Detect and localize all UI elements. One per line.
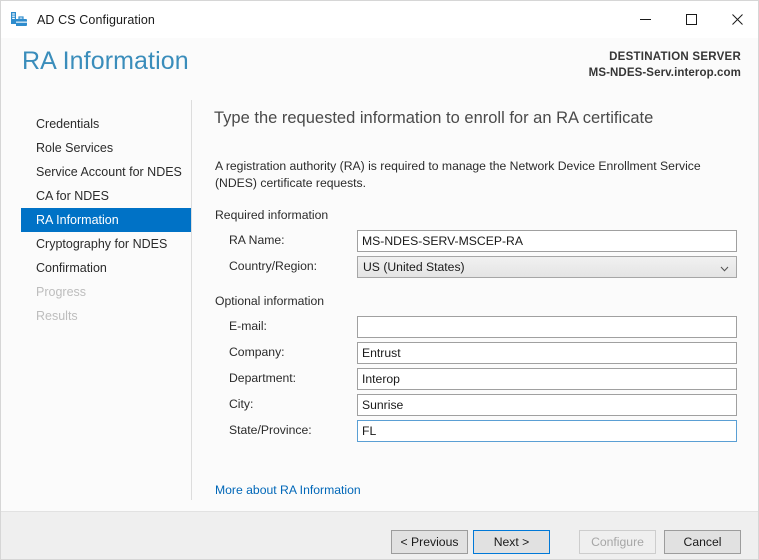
state-province-label: State/Province:	[229, 423, 312, 437]
department-label: Department:	[229, 371, 297, 385]
field-row-ra-name: RA Name:	[215, 230, 737, 252]
body-area: Credentials Role Services Service Accoun…	[1, 96, 758, 511]
sidebar-item-confirmation[interactable]: Confirmation	[21, 256, 191, 280]
optional-information-label: Optional information	[215, 294, 325, 308]
configure-button: Configure	[579, 530, 656, 554]
company-label: Company:	[229, 345, 285, 359]
maximize-icon[interactable]	[668, 1, 714, 38]
country-region-selected-value: US (United States)	[363, 260, 465, 274]
close-icon[interactable]	[714, 1, 758, 38]
city-label: City:	[229, 397, 254, 411]
company-control	[357, 342, 737, 364]
sidebar-item-label: Progress	[36, 285, 87, 299]
server-toolbox-icon	[10, 11, 28, 29]
email-label: E-mail:	[229, 319, 267, 333]
sidebar-item-label: CA for NDES	[36, 189, 109, 203]
chevron-down-icon	[720, 263, 729, 272]
field-row-state-province: State/Province:	[215, 420, 737, 442]
wizard-step-nav: Credentials Role Services Service Accoun…	[1, 96, 191, 511]
email-control	[357, 316, 737, 338]
country-region-combobox[interactable]: US (United States)	[357, 256, 737, 278]
sidebar-item-cryptography-for-ndes[interactable]: Cryptography for NDES	[21, 232, 191, 256]
city-input[interactable]	[357, 394, 737, 416]
company-input[interactable]	[357, 342, 737, 364]
sidebar-item-service-account-for-ndes[interactable]: Service Account for NDES	[21, 160, 191, 184]
state-province-control	[357, 420, 737, 442]
field-row-company: Company:	[215, 342, 737, 364]
main-pane: Type the requested information to enroll…	[191, 96, 758, 511]
sidebar-item-results: Results	[21, 304, 191, 328]
sidebar-item-label: Cryptography for NDES	[36, 237, 168, 251]
title-bar[interactable]: AD CS Configuration	[1, 1, 758, 38]
sidebar-item-label: RA Information	[36, 213, 119, 227]
field-row-country-region: Country/Region: US (United States)	[215, 256, 737, 278]
ra-name-input[interactable]	[357, 230, 737, 252]
previous-button[interactable]: < Previous	[391, 530, 468, 554]
country-region-control: US (United States)	[357, 256, 737, 278]
cancel-button[interactable]: Cancel	[664, 530, 741, 554]
department-control	[357, 368, 737, 390]
sidebar-item-label: Results	[36, 309, 78, 323]
destination-server-name: MS-NDES-Serv.interop.com	[588, 67, 741, 79]
sidebar-item-label: Service Account for NDES	[36, 165, 182, 179]
required-information-label: Required information	[215, 208, 329, 222]
field-row-city: City:	[215, 394, 737, 416]
page-header: RA Information DESTINATION SERVER MS-NDE…	[1, 38, 758, 96]
sidebar-item-ca-for-ndes[interactable]: CA for NDES	[21, 184, 191, 208]
main-description: A registration authority (RA) is require…	[215, 159, 701, 190]
destination-server-label: DESTINATION SERVER	[609, 51, 741, 63]
sidebar-item-credentials[interactable]: Credentials	[21, 112, 191, 136]
window-title: AD CS Configuration	[37, 12, 155, 27]
sidebar-item-label: Role Services	[36, 141, 114, 155]
sidebar-item-label: Confirmation	[36, 261, 107, 275]
sidebar-item-ra-information[interactable]: RA Information	[21, 208, 191, 232]
email-input[interactable]	[357, 316, 737, 338]
sidebar-item-label: Credentials	[36, 117, 100, 131]
window-controls	[622, 1, 758, 38]
department-input[interactable]	[357, 368, 737, 390]
country-region-label: Country/Region:	[229, 259, 318, 273]
sidebar-item-role-services[interactable]: Role Services	[21, 136, 191, 160]
state-province-input[interactable]	[357, 420, 737, 442]
field-row-email: E-mail:	[215, 316, 737, 338]
ra-name-label: RA Name:	[229, 233, 285, 247]
ad-cs-configuration-window: AD CS Configuration RA Information DESTI…	[0, 0, 759, 560]
page-title: RA Information	[22, 47, 189, 75]
main-heading: Type the requested information to enroll…	[214, 109, 654, 127]
ra-name-control	[357, 230, 737, 252]
sidebar-item-progress: Progress	[21, 280, 191, 304]
footer-bar: < Previous Next > Configure Cancel	[1, 511, 758, 559]
field-row-department: Department:	[215, 368, 737, 390]
more-about-ra-information-link[interactable]: More about RA Information	[215, 483, 361, 497]
next-button[interactable]: Next >	[473, 530, 550, 554]
minimize-icon[interactable]	[622, 1, 668, 38]
city-control	[357, 394, 737, 416]
destination-server-block: DESTINATION SERVER MS-NDES-Serv.interop.…	[589, 49, 741, 82]
